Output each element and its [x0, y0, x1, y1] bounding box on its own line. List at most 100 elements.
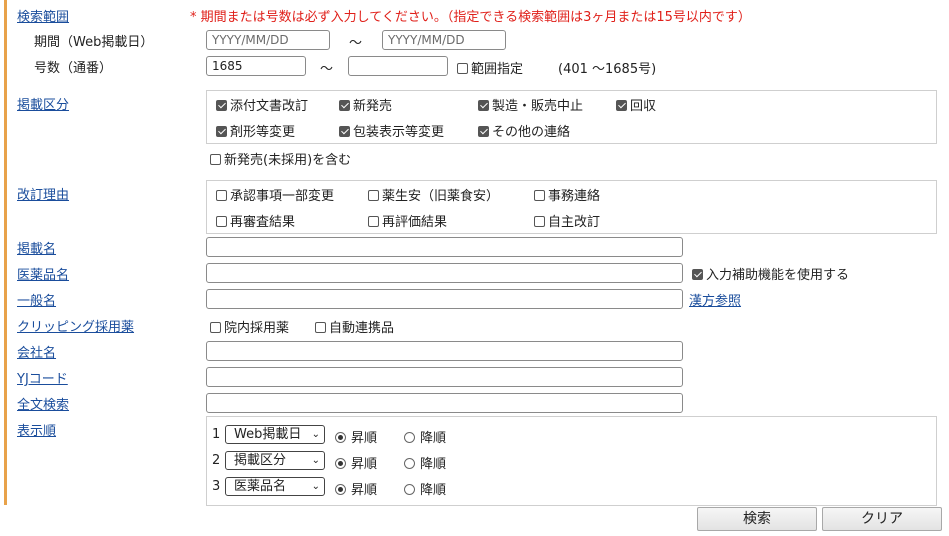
- clipping-option-label: 院内採用薬: [224, 321, 290, 336]
- fulltext-input[interactable]: [206, 393, 683, 413]
- sort-field-select[interactable]: Web掲載日 ⌄: [225, 425, 325, 444]
- category-option-label: 包装表示等変更: [353, 125, 445, 140]
- posting-name-label[interactable]: 掲載名: [17, 238, 56, 257]
- revision-option[interactable]: 事務連絡: [534, 185, 600, 204]
- category-option[interactable]: その他の連絡: [478, 121, 570, 140]
- category-option-label: 製造・販売中止: [492, 99, 584, 114]
- revision-option-label: 自主改訂: [548, 215, 601, 230]
- posting-name-input[interactable]: [206, 237, 683, 257]
- clear-button[interactable]: クリア: [822, 507, 942, 531]
- sort-field-value: 掲載区分: [234, 453, 287, 468]
- sort-desc-label: 降順: [420, 457, 447, 472]
- checkbox-icon: [216, 216, 227, 227]
- company-name-input[interactable]: [206, 341, 683, 361]
- checkbox-icon: [216, 100, 227, 111]
- revision-option[interactable]: 自主改訂: [534, 211, 600, 230]
- checkbox-icon: [457, 63, 468, 74]
- period-label: 期間（Web掲載日）: [34, 35, 154, 50]
- revision-option-label: 薬生安（旧薬食安）: [382, 189, 500, 204]
- clipping-option[interactable]: 自動連携品: [315, 317, 394, 336]
- category-option-label: その他の連絡: [492, 125, 571, 140]
- checkbox-icon: [339, 126, 350, 137]
- radio-icon: [404, 484, 415, 495]
- sort-field-value: 医薬品名: [234, 479, 287, 494]
- drug-name-label[interactable]: 医薬品名: [17, 264, 69, 283]
- revision-option[interactable]: 薬生安（旧薬食安）: [368, 185, 499, 204]
- include-unadopted-label: 新発売(未採用)を含む: [224, 153, 352, 168]
- category-option-label: 回収: [630, 99, 657, 114]
- sort-asc-label: 昇順: [351, 483, 378, 498]
- category-label[interactable]: 掲載区分: [17, 94, 69, 113]
- category-option-label: 添付文書改訂: [230, 99, 309, 114]
- revision-option-label: 承認事項一部変更: [230, 189, 335, 204]
- sort-row-number: 2: [212, 453, 221, 468]
- sort-asc-label: 昇順: [351, 431, 378, 446]
- sort-row-number: 1: [212, 427, 221, 442]
- chevron-down-icon: ⌄: [311, 455, 320, 466]
- checkbox-icon: [339, 100, 350, 111]
- range-specify-checkbox[interactable]: 範囲指定: [457, 58, 523, 77]
- checkbox-icon: [616, 100, 627, 111]
- checkbox-icon: [216, 126, 227, 137]
- sort-row-number: 3: [212, 479, 221, 494]
- revision-option[interactable]: 承認事項一部変更: [216, 185, 334, 204]
- fulltext-label[interactable]: 全文検索: [17, 394, 69, 413]
- checkbox-icon: [368, 190, 379, 201]
- yj-code-label[interactable]: YJコード: [17, 368, 68, 387]
- category-option[interactable]: 回収: [616, 95, 656, 114]
- issue-from-input[interactable]: [206, 56, 306, 76]
- revision-option-label: 再評価結果: [382, 215, 448, 230]
- generic-name-label[interactable]: 一般名: [17, 290, 56, 309]
- sort-field-select[interactable]: 医薬品名 ⌄: [225, 477, 325, 496]
- sort-desc-radio[interactable]: 降順: [404, 479, 446, 498]
- category-option[interactable]: 製造・販売中止: [478, 95, 583, 114]
- sort-asc-radio[interactable]: 昇順: [335, 453, 377, 472]
- revision-option[interactable]: 再評価結果: [368, 211, 447, 230]
- revision-reason-label[interactable]: 改訂理由: [17, 184, 69, 203]
- generic-name-input[interactable]: [206, 289, 683, 309]
- yj-code-input[interactable]: [206, 367, 683, 387]
- revision-option[interactable]: 再審査結果: [216, 211, 295, 230]
- category-option-label: 新発売: [353, 99, 393, 114]
- checkbox-icon: [534, 216, 545, 227]
- display-order-label[interactable]: 表示順: [17, 420, 56, 439]
- include-unadopted-checkbox[interactable]: 新発売(未採用)を含む: [210, 149, 351, 168]
- issue-to-input[interactable]: [348, 56, 448, 76]
- required-notice: * 期間または号数は必ず入力してください。（指定できる検索範囲は3ヶ月または15…: [190, 10, 751, 25]
- issue-tilde: ～: [320, 62, 334, 77]
- category-option-label: 剤形等変更: [230, 125, 296, 140]
- radio-icon: [335, 484, 346, 495]
- sort-desc-label: 降順: [420, 483, 447, 498]
- range-specify-label: 範囲指定: [471, 62, 524, 77]
- clipping-label[interactable]: クリッピング採用薬: [17, 316, 134, 335]
- category-option[interactable]: 剤形等変更: [216, 121, 295, 140]
- period-tilde: ～: [349, 36, 363, 51]
- sort-asc-radio[interactable]: 昇順: [335, 427, 377, 446]
- radio-icon: [404, 432, 415, 443]
- period-to-input[interactable]: [382, 30, 506, 50]
- checkbox-icon: [315, 322, 326, 333]
- input-assist-checkbox[interactable]: 入力補助機能を使用する: [692, 264, 849, 283]
- sort-desc-radio[interactable]: 降順: [404, 453, 446, 472]
- category-option[interactable]: 新発売: [339, 95, 392, 114]
- sort-desc-radio[interactable]: 降順: [404, 427, 446, 446]
- sort-asc-radio[interactable]: 昇順: [335, 479, 377, 498]
- search-button[interactable]: 検索: [697, 507, 817, 531]
- clipping-option[interactable]: 院内採用薬: [210, 317, 289, 336]
- sort-field-value: Web掲載日: [234, 427, 302, 442]
- sort-asc-label: 昇順: [351, 457, 378, 472]
- period-from-input[interactable]: [206, 30, 330, 50]
- section-accent-bar: [4, 0, 7, 505]
- checkbox-icon: [210, 322, 221, 333]
- checkbox-icon: [216, 190, 227, 201]
- drug-name-input[interactable]: [206, 263, 683, 283]
- checkbox-icon: [368, 216, 379, 227]
- kampo-reference-link[interactable]: 漢方参照: [689, 290, 741, 309]
- sort-field-select[interactable]: 掲載区分 ⌄: [225, 451, 325, 470]
- category-option[interactable]: 添付文書改訂: [216, 95, 308, 114]
- search-range-label[interactable]: 検索範囲: [17, 6, 69, 25]
- chevron-down-icon: ⌄: [311, 481, 320, 492]
- category-option[interactable]: 包装表示等変更: [339, 121, 444, 140]
- company-name-label[interactable]: 会社名: [17, 342, 56, 361]
- chevron-down-icon: ⌄: [311, 429, 320, 440]
